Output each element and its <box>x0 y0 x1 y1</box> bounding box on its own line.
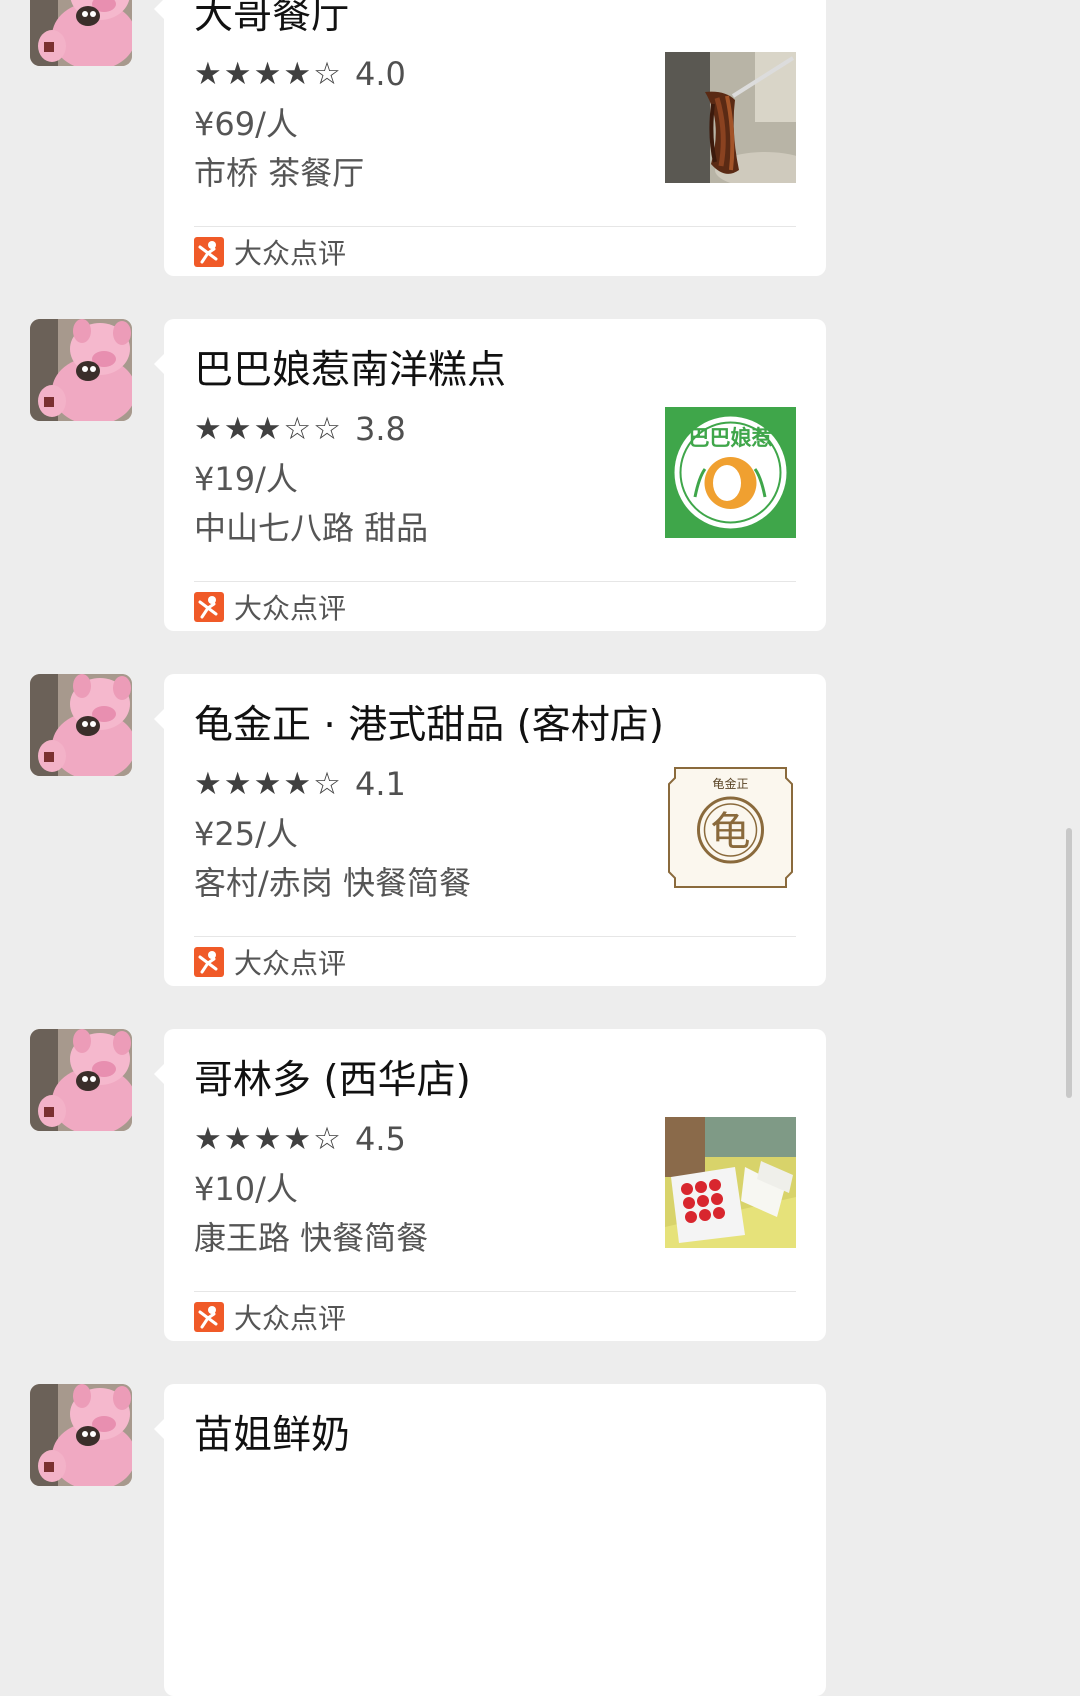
star-rating: ★★★★☆ <box>194 1121 343 1157</box>
rating-row: ★★★★☆ 4.0 <box>194 52 406 96</box>
pig-costume-avatar-icon <box>30 1384 132 1486</box>
restaurant-thumbnail: 龟 龟金正 <box>665 762 796 893</box>
star-rating: ★★★★☆ <box>194 766 343 802</box>
dianping-icon <box>194 947 224 977</box>
restaurant-name: 龟金正 · 港式甜品 (客村店) <box>194 703 665 748</box>
bubble-tail <box>154 1418 165 1440</box>
restaurant-card[interactable]: 大哥餐厅 ★★★★☆ 4.0 ¥69/人 市桥 茶餐厅 大众点评 <box>154 0 826 276</box>
area-category: 中山七八路 甜品 <box>194 509 429 547</box>
pig-costume-avatar-icon <box>30 674 132 776</box>
restaurant-thumbnail: 巴巴娘惹 <box>665 407 796 538</box>
restaurant-card[interactable]: 龟金正 · 港式甜品 (客村店) ★★★★☆ 4.1 ¥25/人 客村/赤岗 快… <box>154 674 826 986</box>
bubble-tail <box>154 1063 165 1085</box>
rating-row: ★★★★☆ 4.1 <box>194 762 406 806</box>
rating-row: ★★★★☆ 4.5 <box>194 1117 406 1161</box>
rating-score: 3.8 <box>354 410 406 448</box>
restaurant-thumbnail <box>665 52 796 183</box>
restaurant-card[interactable]: 苗姐鲜奶 <box>154 1384 826 1696</box>
card-divider <box>194 226 796 227</box>
restaurant-name: 大哥餐厅 <box>194 0 351 38</box>
star-rating: ★★★☆☆ <box>194 411 343 447</box>
restaurant-card[interactable]: 哥林多 (西华店) ★★★★☆ 4.5 ¥10/人 康王路 快餐简餐 大众点评 <box>154 1029 826 1341</box>
restaurant-thumbnail <box>665 1117 796 1248</box>
logo-text: 龟金正 <box>712 776 748 791</box>
avatar[interactable] <box>30 1029 132 1131</box>
rating-row: ★★★☆☆ 3.8 <box>194 407 406 451</box>
source-label: 大众点评 <box>234 1302 347 1335</box>
source-label: 大众点评 <box>234 947 347 980</box>
restaurant-name: 哥林多 (西华店) <box>194 1058 471 1103</box>
scrollbar[interactable] <box>1066 828 1072 1098</box>
source-row: 大众点评 <box>194 589 346 625</box>
price-per-person: ¥25/人 <box>194 815 298 853</box>
source-label: 大众点评 <box>234 592 347 625</box>
logo-text: 巴巴娘惹 <box>689 426 773 450</box>
guijinzheng-logo-icon: 龟 龟金正 <box>665 762 796 893</box>
bubble-tail <box>154 708 165 730</box>
dianping-icon <box>194 592 224 622</box>
bubble-tail <box>154 0 165 20</box>
card-divider <box>194 936 796 937</box>
rating-score: 4.1 <box>354 765 406 803</box>
pig-costume-avatar-icon <box>30 319 132 421</box>
dessert-photo-icon <box>665 1117 796 1248</box>
avatar[interactable] <box>30 319 132 421</box>
avatar[interactable] <box>30 0 132 66</box>
area-category: 市桥 茶餐厅 <box>194 154 365 192</box>
svg-text:龟: 龟 <box>711 809 751 855</box>
avatar[interactable] <box>30 674 132 776</box>
pig-costume-avatar-icon <box>30 0 132 66</box>
source-label: 大众点评 <box>234 237 347 270</box>
area-category: 康王路 快餐简餐 <box>194 1219 429 1257</box>
area-category: 客村/赤岗 快餐简餐 <box>194 864 471 902</box>
restaurant-name: 苗姐鲜奶 <box>194 1413 351 1458</box>
price-per-person: ¥69/人 <box>194 105 298 143</box>
bubble-tail <box>154 353 165 375</box>
restaurant-name: 巴巴娘惹南洋糕点 <box>194 348 507 393</box>
source-row: 大众点评 <box>194 234 346 270</box>
card-divider <box>194 1291 796 1292</box>
pig-costume-avatar-icon <box>30 1029 132 1131</box>
source-row: 大众点评 <box>194 944 346 980</box>
restaurant-card[interactable]: 巴巴娘惹南洋糕点 ★★★☆☆ 3.8 ¥19/人 中山七八路 甜品 巴巴娘惹 大… <box>154 319 826 631</box>
rating-score: 4.0 <box>354 55 406 93</box>
price-per-person: ¥19/人 <box>194 460 298 498</box>
source-row: 大众点评 <box>194 1299 346 1335</box>
avatar[interactable] <box>30 1384 132 1486</box>
card-divider <box>194 581 796 582</box>
star-rating: ★★★★☆ <box>194 56 343 92</box>
price-per-person: ¥10/人 <box>194 1170 298 1208</box>
nyonya-logo-icon: 巴巴娘惹 <box>665 407 796 538</box>
dianping-icon <box>194 1302 224 1332</box>
rating-score: 4.5 <box>354 1120 406 1158</box>
dianping-icon <box>194 237 224 267</box>
noodle-photo-icon <box>665 52 796 183</box>
